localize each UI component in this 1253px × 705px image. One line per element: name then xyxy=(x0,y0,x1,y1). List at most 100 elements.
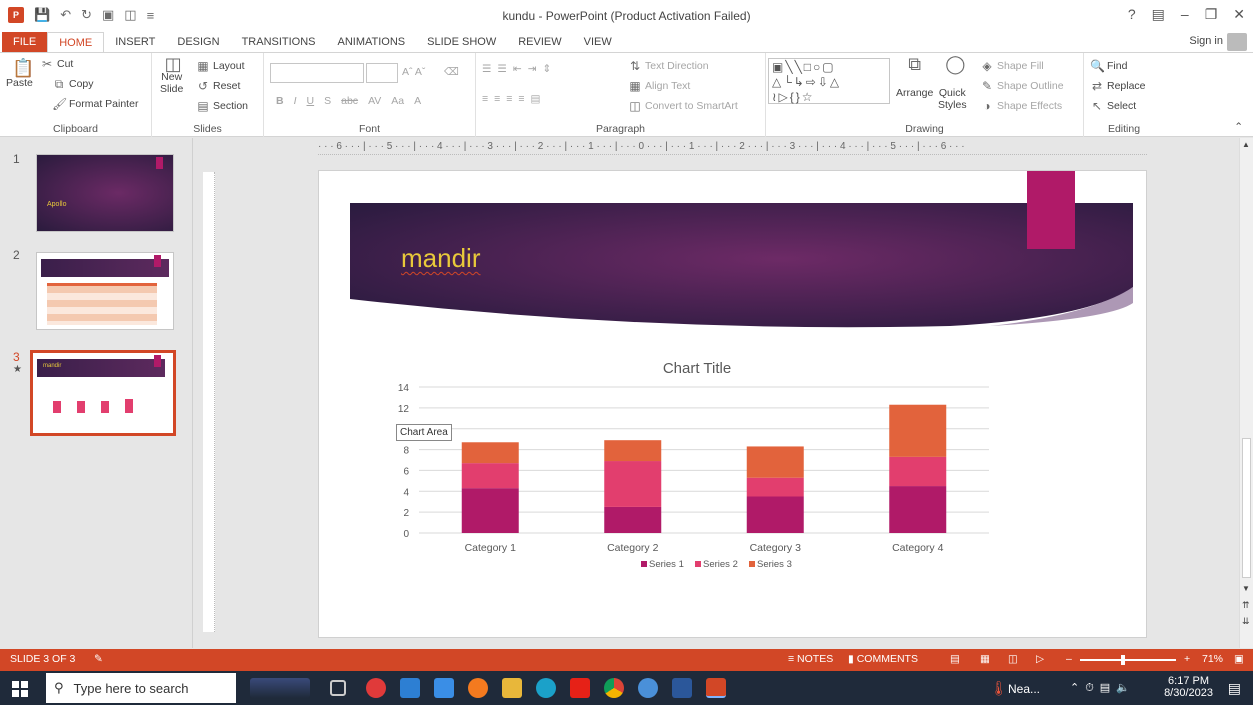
slide-thumbnail-1[interactable]: Apollo xyxy=(36,154,174,232)
next-slide-icon[interactable]: ⇊ xyxy=(1242,616,1250,627)
font-name-select[interactable] xyxy=(270,63,364,83)
avatar[interactable] xyxy=(1227,33,1247,51)
shape-fill-button[interactable]: ◈ Shape Fill xyxy=(980,59,1043,73)
mail-icon[interactable] xyxy=(400,678,420,698)
strikethrough-button[interactable]: abc xyxy=(341,95,358,107)
slideshow-view-icon[interactable]: ▷ xyxy=(1036,653,1044,665)
find-button[interactable]: 🔍 Find xyxy=(1090,59,1127,73)
character-spacing-button[interactable]: AV xyxy=(368,95,381,107)
change-case-button[interactable]: Aa xyxy=(391,95,404,107)
sign-in-link[interactable]: Sign in xyxy=(1189,35,1223,47)
shape-outline-button[interactable]: ✎ Shape Outline xyxy=(980,79,1064,93)
chart[interactable]: Chart Title 02468101214 Category 1Catego… xyxy=(379,351,1079,581)
chrome-profile-icon[interactable] xyxy=(638,678,658,698)
taskbar-search[interactable]: ⚲ Type here to search xyxy=(46,673,236,703)
system-tray-icons[interactable]: ⌃⏱▤🔈 xyxy=(1070,681,1136,695)
chart-title[interactable]: Chart Title xyxy=(663,360,731,377)
notes-button[interactable]: ≡ NOTES xyxy=(788,653,833,665)
clear-formatting-icon[interactable]: ⌫ xyxy=(444,66,459,78)
chrome-icon[interactable] xyxy=(604,678,624,698)
paste-button[interactable]: 📋 Paste xyxy=(6,59,35,89)
fit-slide-icon[interactable]: ▣ xyxy=(1234,653,1244,665)
edge-icon[interactable] xyxy=(536,678,556,698)
powerpoint-taskbar-icon[interactable] xyxy=(706,678,726,698)
ribbon-display-icon[interactable]: ▤ xyxy=(1152,6,1165,23)
tab-view[interactable]: VIEW xyxy=(573,32,623,52)
clock[interactable]: 6:17 PM 8/30/2023 xyxy=(1164,675,1213,699)
word-icon[interactable] xyxy=(672,678,692,698)
file-explorer-icon[interactable] xyxy=(502,678,522,698)
close-button[interactable]: ✕ xyxy=(1233,6,1245,23)
copy-button[interactable]: ⧉ Copy xyxy=(52,77,94,91)
font-color-icon[interactable]: A xyxy=(414,95,421,107)
format-painter-button[interactable]: 🖌 Format Painter xyxy=(52,97,138,111)
comments-button[interactable]: ▮ COMMENTS xyxy=(848,653,918,665)
store-icon[interactable] xyxy=(434,678,454,698)
arrange-button[interactable]: ⧉ Arrange xyxy=(896,55,933,99)
camera-app-icon[interactable] xyxy=(366,678,386,698)
spell-check-icon[interactable]: ✎ xyxy=(94,653,103,665)
slide-thumbnail-2[interactable] xyxy=(36,252,174,330)
scroll-up-icon[interactable]: ▲ xyxy=(1242,140,1250,149)
chart-bar-segment xyxy=(461,442,519,464)
slide-sorter-icon[interactable]: ▦ xyxy=(980,653,990,665)
cut-button[interactable]: ✂ Cut xyxy=(40,57,73,71)
zoom-in-icon[interactable]: + xyxy=(1184,653,1190,665)
weather-temp-icon[interactable]: 🌡 xyxy=(990,680,1008,697)
notifications-icon[interactable]: ▤ xyxy=(1228,680,1241,697)
scroll-thumb[interactable] xyxy=(1242,438,1251,578)
help-button[interactable]: ? xyxy=(1128,6,1136,23)
tab-animations[interactable]: ANIMATIONS xyxy=(327,32,417,52)
shape-effects-button[interactable]: ◑ Shape Effects xyxy=(980,99,1062,113)
firefox-icon[interactable] xyxy=(468,678,488,698)
slide-thumbnail-3[interactable]: mandir xyxy=(30,350,176,436)
align-text-button[interactable]: ▦ Align Text xyxy=(628,79,690,93)
slide-canvas[interactable]: mandir Chart Title 02468101214 Category … xyxy=(318,170,1147,638)
section-button[interactable]: ▤ Section xyxy=(196,99,248,113)
normal-view-icon[interactable]: ▤ xyxy=(950,653,960,665)
list-buttons[interactable]: ☰☰⇤⇥⇕ xyxy=(482,63,557,75)
windows-start-icon[interactable] xyxy=(12,681,28,697)
shapes-gallery[interactable]: ▣╲╲□○▢ △└↳⇨⇩△ ≀▷⁢{}☆ xyxy=(768,58,890,104)
tab-home[interactable]: HOME xyxy=(47,31,105,53)
align-buttons[interactable]: ≡≡≡≡▤ xyxy=(482,93,546,105)
tab-insert[interactable]: INSERT xyxy=(104,32,166,52)
scroll-down-icon[interactable]: ▼ xyxy=(1242,584,1250,593)
minimize-button[interactable]: – xyxy=(1181,6,1189,23)
vertical-scrollbar[interactable]: ▲ ▼ ⇈ ⇊ xyxy=(1239,138,1253,648)
select-button[interactable]: ↖ Select xyxy=(1090,99,1136,113)
tab-file[interactable]: FILE xyxy=(2,32,48,52)
layout-button[interactable]: ▦ Layout xyxy=(196,59,244,73)
tab-slide-show[interactable]: SLIDE SHOW xyxy=(416,32,507,52)
previous-slide-icon[interactable]: ⇈ xyxy=(1242,600,1250,611)
italic-button[interactable]: I xyxy=(294,95,297,107)
zoom-out-icon[interactable]: – xyxy=(1066,653,1072,665)
underline-button[interactable]: U xyxy=(307,95,315,107)
weather-widget-icon[interactable] xyxy=(250,678,310,698)
youtube-icon[interactable] xyxy=(570,678,590,698)
increase-font-icon[interactable]: Aˆ Aˇ xyxy=(402,66,425,78)
zoom-slider-thumb[interactable] xyxy=(1121,655,1125,665)
replace-button[interactable]: ⇄ Replace xyxy=(1090,79,1146,93)
chart-legend[interactable]: Series 1 Series 2 Series 3 xyxy=(641,559,792,570)
tab-design[interactable]: DESIGN xyxy=(166,32,230,52)
bold-button[interactable]: B xyxy=(276,95,284,107)
shadow-button[interactable]: S xyxy=(324,95,331,107)
zoom-level[interactable]: 71% xyxy=(1202,653,1223,665)
slide-title[interactable]: mandir xyxy=(401,243,480,274)
restore-button[interactable]: ❐ xyxy=(1205,6,1218,23)
collapse-ribbon-icon[interactable]: ⌃ xyxy=(1234,121,1243,133)
new-slide-button[interactable]: ◫ New Slide xyxy=(160,55,183,95)
reading-view-icon[interactable]: ◫ xyxy=(1008,653,1018,665)
text-direction-button[interactable]: ⇅ Text Direction xyxy=(628,59,709,73)
zoom-slider[interactable] xyxy=(1080,659,1176,661)
tab-transitions[interactable]: TRANSITIONS xyxy=(231,32,327,52)
reset-button[interactable]: ↺ Reset xyxy=(196,79,240,93)
convert-smartart-button[interactable]: ◫ Convert to SmartArt xyxy=(628,99,737,113)
section-icon: ▤ xyxy=(197,99,209,113)
tab-review[interactable]: REVIEW xyxy=(507,32,572,52)
task-view-icon[interactable] xyxy=(330,680,346,696)
font-size-select[interactable] xyxy=(366,63,398,83)
weather-text[interactable]: Nea... xyxy=(1008,682,1040,696)
quick-styles-button[interactable]: ◯ Quick Styles xyxy=(938,55,967,111)
